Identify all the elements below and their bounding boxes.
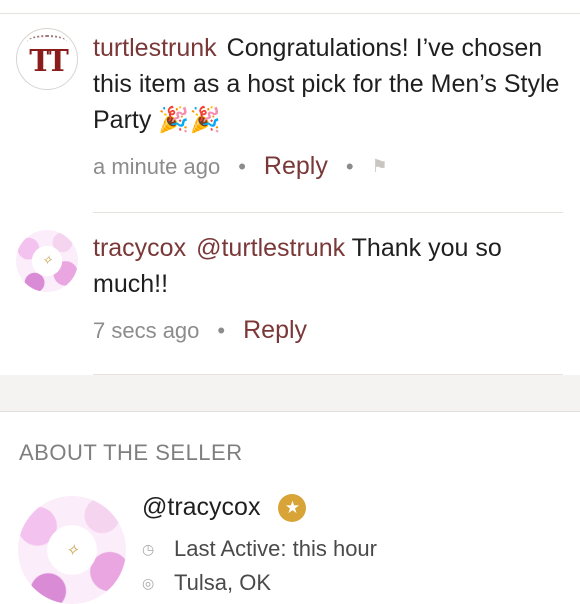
comment-username[interactable]: turtlestrunk bbox=[93, 34, 217, 62]
avatar-logo: ✧ bbox=[65, 540, 79, 560]
avatar-logo: ✧ bbox=[41, 253, 53, 269]
comment-meta: a minute ago • Reply • ⚑ bbox=[93, 152, 388, 181]
avatar[interactable]: TT bbox=[16, 28, 78, 90]
location-row: ◎ Tulsa, OK bbox=[142, 570, 271, 596]
reply-button[interactable]: Reply bbox=[243, 316, 307, 345]
seller-handle-row: @tracycox ★ bbox=[142, 493, 307, 522]
separator-dot: • bbox=[217, 317, 226, 343]
seller-avatar[interactable]: ✧ bbox=[18, 496, 126, 604]
location-pin-icon: ◎ bbox=[142, 575, 155, 591]
last-active-row: ◷ Last Active: this hour bbox=[142, 536, 377, 562]
avatar-decoration bbox=[27, 35, 67, 49]
comment-mention[interactable]: @turtlestrunk bbox=[196, 234, 345, 262]
seller-handle[interactable]: @tracycox bbox=[142, 493, 260, 522]
location-text: Tulsa, OK bbox=[174, 570, 271, 595]
star-badge-icon: ★ bbox=[278, 493, 307, 522]
comment-timestamp: 7 secs ago bbox=[93, 317, 200, 343]
clock-icon: ◷ bbox=[142, 541, 155, 557]
flag-icon[interactable]: ⚑ bbox=[372, 156, 388, 177]
comment-body: turtlestrunk Congratulations! I’ve chosen… bbox=[93, 30, 563, 138]
comment-username[interactable]: tracycox bbox=[93, 234, 186, 262]
reply-button[interactable]: Reply bbox=[264, 152, 328, 181]
party-popper-icon: 🎉🎉 bbox=[158, 106, 221, 134]
about-seller-heading: ABOUT THE SELLER bbox=[19, 440, 243, 465]
avatar[interactable]: ✧ bbox=[16, 230, 78, 292]
separator-dot: • bbox=[238, 153, 246, 179]
comment-timestamp: a minute ago bbox=[93, 153, 221, 179]
section-gap bbox=[0, 375, 580, 412]
separator-dot: • bbox=[345, 153, 354, 179]
top-divider bbox=[0, 13, 580, 14]
comment-body: tracycox @turtlestrunk Thank you so much!… bbox=[93, 230, 563, 302]
comment-divider bbox=[93, 212, 563, 213]
last-active-text: Last Active: this hour bbox=[174, 536, 377, 561]
comment-meta: 7 secs ago • Reply bbox=[93, 316, 307, 345]
